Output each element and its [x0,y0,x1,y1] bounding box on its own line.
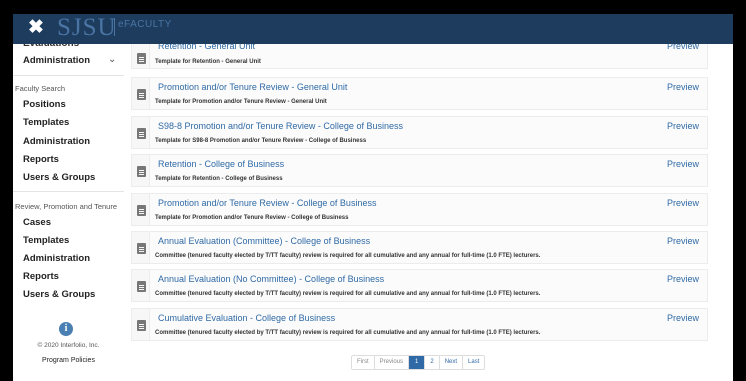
template-title[interactable]: Annual Evaluation (No Committee) - Colle… [158,274,384,284]
sidebar-item-rpt-templates[interactable]: Templates [23,235,69,246]
brand-divider [114,18,115,36]
pagination-previous[interactable]: Previous [373,356,409,369]
template-description: Template for Promotion and/or Tenure Rev… [155,215,349,221]
preview-link[interactable]: Preview [667,82,699,92]
pagination-last[interactable]: Last [462,356,485,369]
sidebar-divider [13,191,124,192]
sidebar: Evaluations Administration ⌄ Faculty Sea… [13,38,124,381]
template-card: Promotion and/or Tenure Review - General… [131,77,708,110]
sidebar-item-rpt-users-groups[interactable]: Users & Groups [23,289,95,300]
document-icon [137,281,147,293]
document-icon [137,320,147,332]
document-icon [137,205,147,217]
preview-link[interactable]: Preview [667,236,699,246]
copyright: © 2020 Interfolio, Inc. [37,342,100,349]
template-description: Template for Promotion and/or Tenure Rev… [155,99,327,105]
app-frame: ✖ SJSU eFACULTY Evaluations Administrati… [13,14,733,381]
sidebar-item-administration-menu[interactable]: Administration [23,55,90,66]
template-title[interactable]: Promotion and/or Tenure Review - College… [158,198,376,208]
pagination-first[interactable]: First [352,356,374,369]
template-card: Retention - College of Business Template… [131,154,708,187]
sidebar-item-rpt-administration[interactable]: Administration [23,253,90,264]
pagination-page-2[interactable]: 2 [424,356,439,369]
sidebar-item-templates[interactable]: Templates [23,117,69,128]
preview-link[interactable]: Preview [667,198,699,208]
template-description: Template for Retention - General Unit [155,59,261,65]
pagination-next[interactable]: Next [438,356,463,369]
sidebar-item-reports[interactable]: Reports [23,154,59,165]
program-policies-link[interactable]: Program Policies [13,357,124,364]
preview-link[interactable]: Preview [667,313,699,323]
template-title[interactable]: Retention - College of Business [158,159,284,169]
template-title[interactable]: Promotion and/or Tenure Review - General… [158,82,347,92]
document-icon [137,89,147,101]
document-icon [137,53,147,65]
template-description: Committee (tenured faculty elected by T/… [155,330,541,336]
document-icon [137,243,147,255]
template-description: Template for Retention - College of Busi… [155,176,283,182]
template-card: Annual Evaluation (No Committee) - Colle… [131,269,708,302]
template-card: Annual Evaluation (Committee) - College … [131,231,708,264]
preview-link[interactable]: Preview [667,159,699,169]
section-heading-faculty-search: Faculty Search [15,84,66,93]
sidebar-item-rpt-reports[interactable]: Reports [23,271,59,282]
section-heading-rpt: Review, Promotion and Tenure [15,202,118,211]
preview-link[interactable]: Preview [667,274,699,284]
sidebar-item-cases[interactable]: Cases [23,217,51,228]
template-card: S98-8 Promotion and/or Tenure Review - C… [131,116,708,149]
close-icon[interactable]: ✖ [25,16,47,40]
info-icon[interactable]: i [59,322,73,336]
template-card: Promotion and/or Tenure Review - College… [131,193,708,226]
sidebar-divider [13,75,124,76]
chevron-down-icon[interactable]: ⌄ [108,54,116,65]
product-name: eFACULTY [118,19,172,30]
template-title[interactable]: Cumulative Evaluation - College of Busin… [158,313,335,323]
template-description: Committee (tenured faculty elected by T/… [155,291,541,297]
sidebar-item-users-groups[interactable]: Users & Groups [23,172,95,183]
template-card: Cumulative Evaluation - College of Busin… [131,308,708,341]
top-bar: ✖ SJSU eFACULTY [13,14,733,44]
template-title[interactable]: S98-8 Promotion and/or Tenure Review - C… [158,121,403,131]
pagination: First Previous 1 2 Next Last [351,355,486,370]
template-title[interactable]: Annual Evaluation (Committee) - College … [158,236,370,246]
template-description: Template for S98-8 Promotion and/or Tenu… [155,138,367,144]
document-icon [137,166,147,178]
document-icon [137,128,147,140]
sidebar-item-administration[interactable]: Administration [23,136,90,147]
preview-link[interactable]: Preview [667,121,699,131]
brand-logo: SJSU [57,14,117,41]
sidebar-item-positions[interactable]: Positions [23,99,66,110]
pagination-page-1[interactable]: 1 [408,356,425,369]
template-description: Committee (tenured faculty elected by T/… [155,253,541,259]
